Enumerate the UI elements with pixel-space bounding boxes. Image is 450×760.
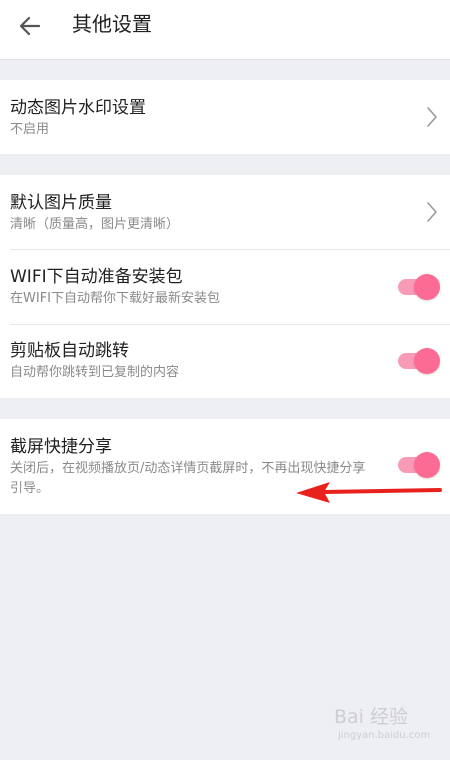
setting-row-watermark[interactable]: 动态图片水印设置 不启用	[0, 80, 450, 154]
page-title: 其他设置	[72, 12, 152, 36]
screenshot-share-toggle[interactable]	[396, 452, 440, 478]
setting-row-wifi-download: WIFI下自动准备安装包 在WIFI下自动帮你下载好最新安装包	[0, 250, 450, 324]
setting-title: 默认图片质量	[10, 193, 112, 213]
toggle-knob	[414, 348, 440, 374]
setting-subtitle: 自动帮你跳转到已复制的内容	[10, 365, 180, 380]
settings-group-general: 默认图片质量 清晰（质量高，图片更清晰） WIFI下自动准备安装包 在WIFI下…	[0, 175, 450, 398]
setting-row-clipboard-jump: 剪贴板自动跳转 自动帮你跳转到已复制的内容	[0, 325, 450, 398]
setting-title: 剪贴板自动跳转	[10, 341, 129, 361]
top-bar: 其他设置	[0, 0, 450, 60]
watermark-logo: Bai 经验 jingyan.baidu.com	[334, 702, 444, 748]
setting-title: 截屏快捷分享	[10, 437, 112, 457]
setting-title: WIFI下自动准备安装包	[10, 267, 183, 287]
setting-subtitle: 在WIFI下自动帮你下载好最新安装包	[10, 291, 220, 306]
toggle-knob	[414, 274, 440, 300]
clipboard-jump-toggle[interactable]	[396, 348, 440, 374]
watermark-subtext: jingyan.baidu.com	[338, 730, 431, 741]
chevron-right-icon	[427, 202, 437, 222]
setting-subtitle: 不启用	[10, 122, 50, 137]
setting-subtitle: 清晰（质量高，图片更清晰）	[10, 217, 180, 232]
settings-group-watermark: 动态图片水印设置 不启用	[0, 80, 450, 154]
annotation-arrow	[296, 482, 442, 503]
toggle-knob	[414, 452, 440, 478]
setting-row-image-quality[interactable]: 默认图片质量 清晰（质量高，图片更清晰）	[0, 175, 450, 249]
arrow-left-icon	[19, 16, 41, 36]
setting-title: 动态图片水印设置	[10, 98, 146, 118]
wifi-download-toggle[interactable]	[396, 274, 440, 300]
back-button[interactable]	[12, 8, 48, 44]
watermark-text: Bai 经验	[334, 706, 408, 728]
chevron-right-icon	[427, 107, 437, 127]
